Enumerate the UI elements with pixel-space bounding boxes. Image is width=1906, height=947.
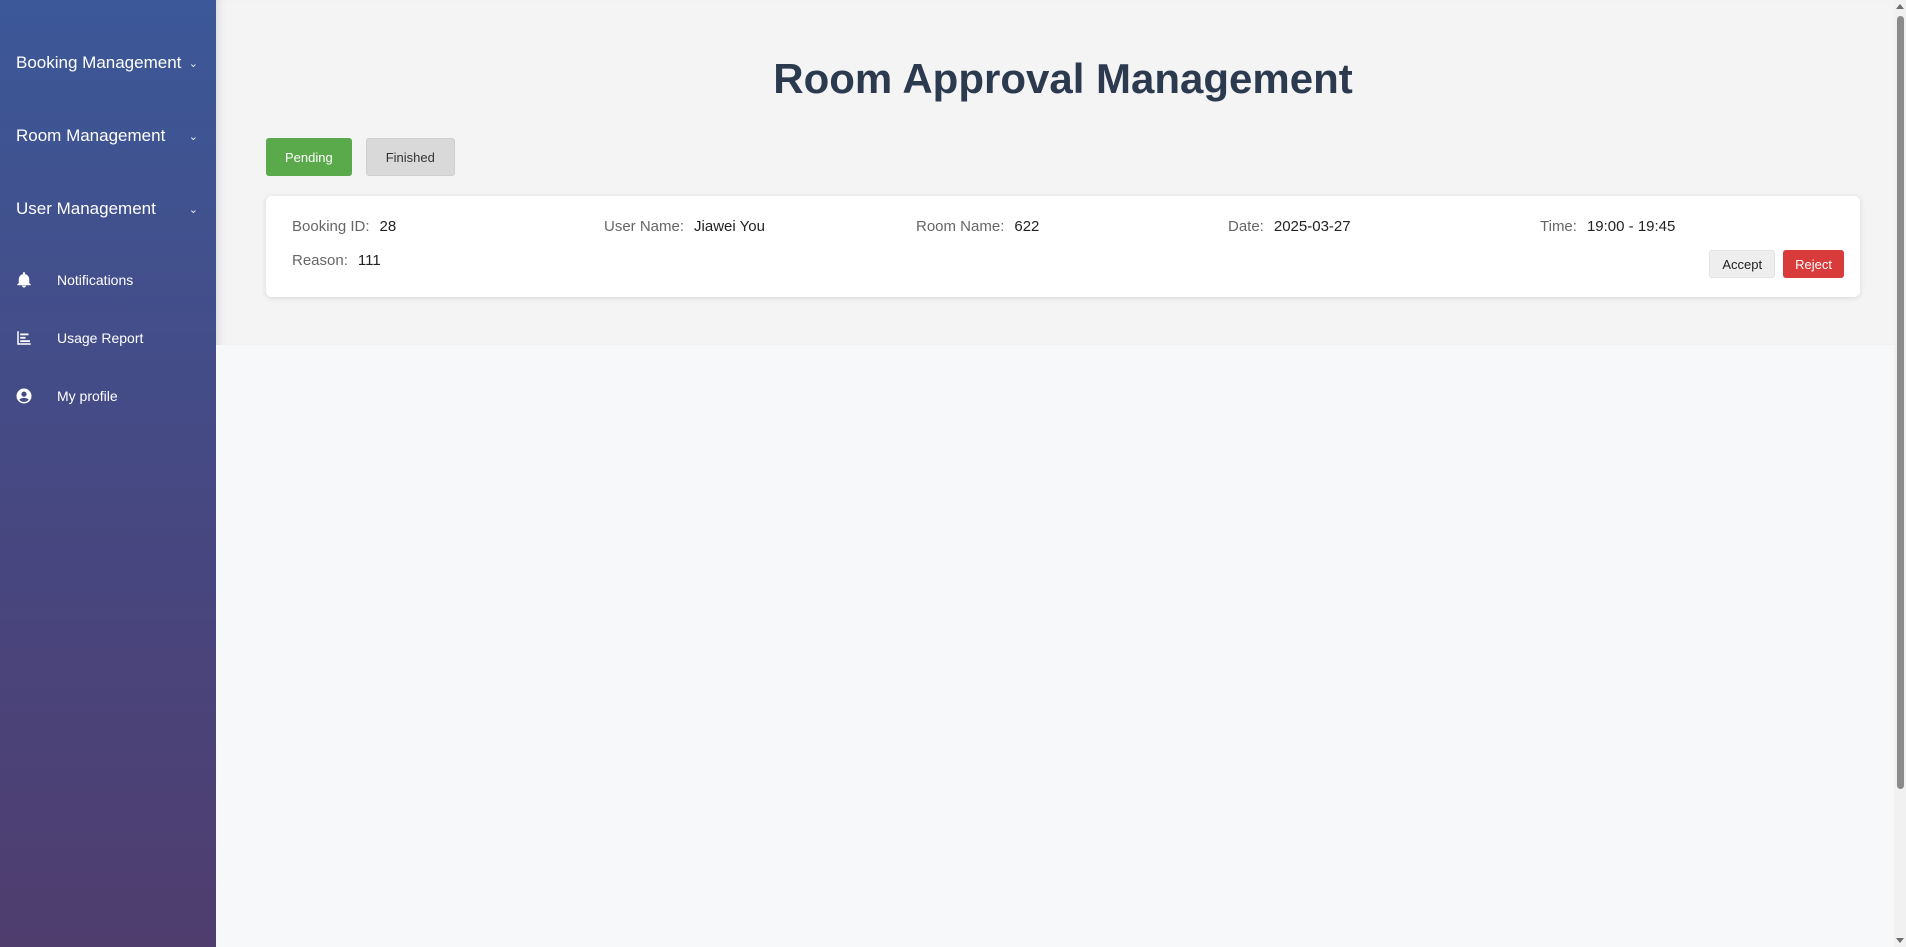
sidebar-item-usage-report[interactable]: Usage Report [0, 323, 216, 353]
nav-group-label: Room Management [16, 126, 166, 145]
tab-pending[interactable]: Pending [266, 138, 352, 176]
reason-label: Reason: [292, 252, 348, 269]
nav-room-management[interactable]: Room Management ⌄ [0, 119, 216, 153]
tab-finished[interactable]: Finished [365, 138, 455, 176]
scroll-thumb[interactable] [1897, 16, 1904, 789]
sidebar-item-label: My profile [57, 388, 118, 404]
approval-panel: Room Approval Management Pending Finishe… [216, 0, 1894, 345]
booking-id-label: Booking ID: [292, 218, 370, 235]
main-content: Room Approval Management Pending Finishe… [216, 0, 1894, 947]
bell-icon [14, 270, 34, 290]
nav-booking-management[interactable]: Booking Management ⌄ [0, 46, 216, 80]
status-tabs: Pending Finished [266, 138, 1860, 176]
time-field: Time: 19:00 - 19:45 [1540, 218, 1675, 242]
page-title: Room Approval Management [773, 55, 1353, 102]
scroll-up-arrow-icon[interactable] [1896, 4, 1904, 9]
sidebar-item-label: Usage Report [57, 330, 144, 346]
sidebar-item-label: Notifications [57, 272, 134, 288]
user-circle-icon [14, 386, 34, 406]
room-name-value: 622 [1014, 218, 1040, 235]
booking-id-field: Booking ID: 28 [292, 218, 604, 242]
reject-button[interactable]: Reject [1783, 250, 1844, 278]
user-name-value: Jiawei You [694, 218, 765, 235]
sidebar-item-notifications[interactable]: Notifications [0, 265, 216, 295]
sidebar: Booking Management ⌄ Room Management ⌄ U… [0, 0, 216, 947]
booking-card: Booking ID: 28 User Name: Jiawei You Roo… [266, 196, 1860, 297]
nav-group-label: User Management [16, 199, 156, 218]
user-name-label: User Name: [604, 218, 685, 235]
booking-actions: Accept Reject [1709, 250, 1844, 278]
room-name-label: Room Name: [916, 218, 1005, 235]
reason-value: 111 [357, 252, 381, 269]
chevron-down-icon: ⌄ [188, 203, 198, 216]
scroll-down-arrow-icon[interactable] [1896, 938, 1904, 943]
vertical-scrollbar[interactable] [1894, 0, 1906, 947]
date-field: Date: 2025-03-27 [1228, 218, 1540, 242]
chevron-down-icon: ⌄ [188, 57, 198, 70]
sidebar-item-my-profile[interactable]: My profile [0, 381, 216, 411]
accept-button[interactable]: Accept [1709, 250, 1776, 278]
room-name-field: Room Name: 622 [916, 218, 1228, 242]
user-name-field: User Name: Jiawei You [604, 218, 916, 242]
booking-details-row: Booking ID: 28 User Name: Jiawei You Roo… [292, 218, 1844, 242]
bar-chart-icon [14, 328, 34, 348]
booking-id-value: 28 [379, 218, 397, 235]
date-value: 2025-03-27 [1273, 218, 1351, 235]
time-value: 19:00 - 19:45 [1586, 218, 1676, 235]
nav-group-label: Booking Management [16, 53, 182, 72]
reason-row: Reason: 111 [292, 252, 1844, 269]
nav-user-management[interactable]: User Management ⌄ [0, 192, 216, 226]
date-label: Date: [1228, 218, 1264, 235]
time-label: Time: [1540, 218, 1577, 235]
chevron-down-icon: ⌄ [188, 130, 198, 143]
